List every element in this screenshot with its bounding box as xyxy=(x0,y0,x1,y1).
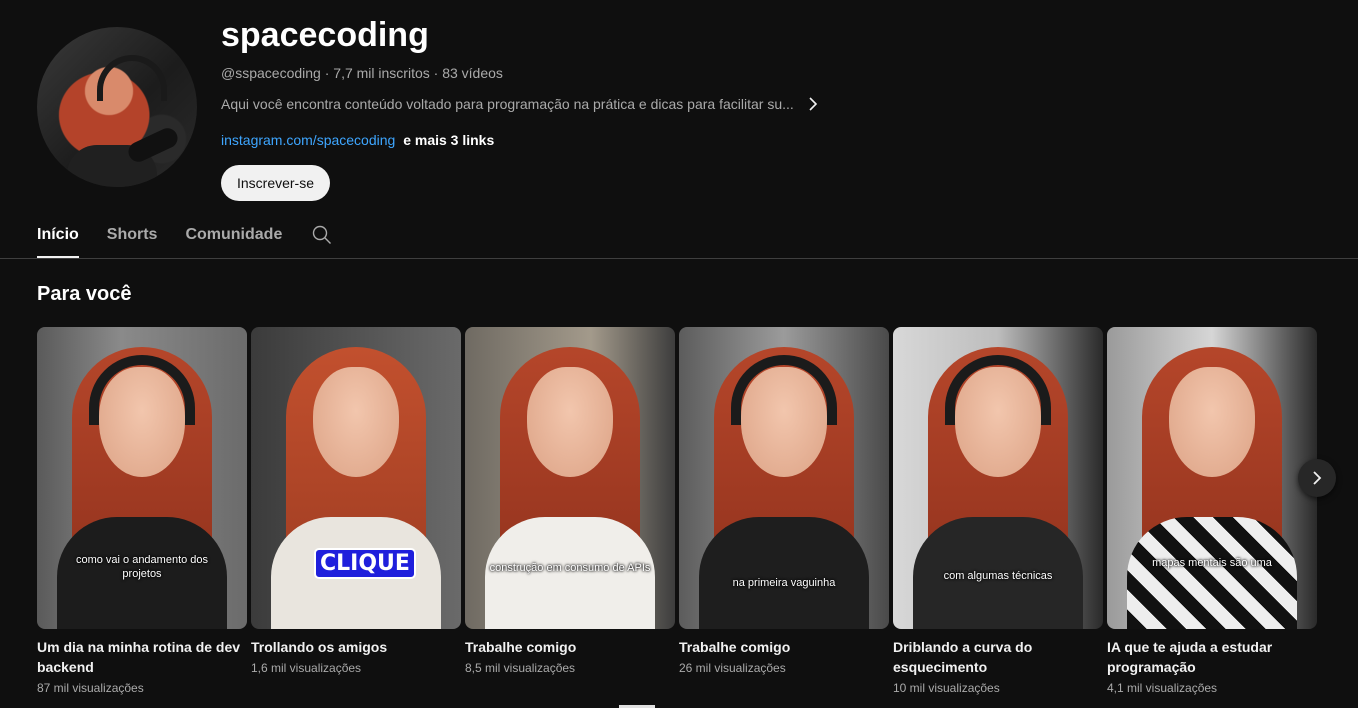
channel-page: spacecoding @sspacecoding · 7,7 mil insc… xyxy=(0,0,1358,708)
short-card[interactable]: na primeira vaguinha Trabalhe comigo 26 … xyxy=(679,327,889,677)
chevron-right-icon[interactable] xyxy=(804,95,822,113)
short-views: 4,1 mil visualizações xyxy=(1107,681,1218,695)
tab-inicio[interactable]: Início xyxy=(37,212,79,258)
avatar-headphones xyxy=(97,55,167,101)
avatar-microphone xyxy=(125,124,181,166)
channel-name: spacecoding xyxy=(221,16,429,54)
channel-avatar[interactable] xyxy=(37,27,197,187)
short-title[interactable]: Um dia na minha rotina de dev backend xyxy=(37,637,247,677)
more-links-button[interactable]: e mais 3 links xyxy=(403,132,494,148)
short-card[interactable]: mapas mentais são uma IA que te ajuda a … xyxy=(1107,327,1317,697)
thumbnail-face xyxy=(313,367,399,477)
channel-handle: @sspacecoding xyxy=(221,65,321,81)
instagram-link[interactable]: instagram.com/spacecoding xyxy=(221,132,395,148)
section-title: Para você xyxy=(37,283,132,305)
short-views: 8,5 mil visualizações xyxy=(465,661,576,675)
short-thumbnail[interactable]: construção em consumo de APIs xyxy=(465,327,675,629)
channel-links: instagram.com/spacecoding e mais 3 links xyxy=(221,131,494,149)
thumbnail-face xyxy=(1169,367,1255,477)
short-title[interactable]: Trollando os amigos xyxy=(251,637,461,657)
short-thumbnail[interactable]: como vai o andamento dos projetos xyxy=(37,327,247,629)
short-caption: com algumas técnicas xyxy=(943,570,1053,582)
tab-shorts[interactable]: Shorts xyxy=(107,212,158,258)
short-card[interactable]: construção em consumo de APIs Trabalhe c… xyxy=(465,327,675,677)
search-icon[interactable] xyxy=(310,223,334,247)
shorts-shelf: como vai o andamento dos projetos Um dia… xyxy=(37,327,1317,708)
short-caption: CLIQUE xyxy=(314,548,416,579)
short-card[interactable]: como vai o andamento dos projetos Um dia… xyxy=(37,327,247,697)
subscribe-button[interactable]: Inscrever-se xyxy=(221,165,330,201)
description-text: Aqui você encontra conteúdo voltado para… xyxy=(221,96,794,112)
short-card[interactable]: com algumas técnicas Driblando a curva d… xyxy=(893,327,1103,697)
short-title[interactable]: IA que te ajuda a estudar programação xyxy=(1107,637,1317,677)
tab-comunidade[interactable]: Comunidade xyxy=(185,212,282,258)
video-count: 83 vídeos xyxy=(442,65,503,81)
short-views: 26 mil visualizações xyxy=(679,661,786,675)
short-views: 1,6 mil visualizações xyxy=(251,661,362,675)
chevron-right-icon[interactable] xyxy=(1298,459,1336,497)
short-caption: como vai o andamento dos projetos xyxy=(75,554,209,580)
tabs-divider xyxy=(0,258,1358,259)
short-views: 87 mil visualizações xyxy=(37,681,144,695)
thumbnail-face xyxy=(527,367,613,477)
short-caption: construção em consumo de APIs xyxy=(489,562,651,574)
subscriber-count: 7,7 mil inscritos xyxy=(333,65,430,81)
channel-description[interactable]: Aqui você encontra conteúdo voltado para… xyxy=(221,95,822,113)
short-views: 10 mil visualizações xyxy=(893,681,1000,695)
channel-tabs: Início Shorts Comunidade xyxy=(37,212,334,258)
thumbnail-body xyxy=(699,517,869,629)
meta-separator: · xyxy=(433,65,443,81)
short-thumbnail[interactable]: CLIQUE xyxy=(251,327,461,629)
short-caption: mapas mentais são uma xyxy=(1152,557,1272,569)
short-title[interactable]: Driblando a curva do esquecimento xyxy=(893,637,1103,677)
short-caption: na primeira vaguinha xyxy=(732,577,836,589)
channel-meta: @sspacecoding · 7,7 mil inscritos · 83 v… xyxy=(221,64,503,82)
short-thumbnail[interactable]: na primeira vaguinha xyxy=(679,327,889,629)
meta-separator: · xyxy=(324,65,334,81)
short-title[interactable]: Trabalhe comigo xyxy=(679,637,889,657)
short-card[interactable]: CLIQUE Trollando os amigos 1,6 mil visua… xyxy=(251,327,461,677)
short-thumbnail[interactable]: com algumas técnicas xyxy=(893,327,1103,629)
short-title[interactable]: Trabalhe comigo xyxy=(465,637,675,657)
thumbnail-body xyxy=(1127,517,1297,629)
short-thumbnail[interactable]: mapas mentais são uma xyxy=(1107,327,1317,629)
